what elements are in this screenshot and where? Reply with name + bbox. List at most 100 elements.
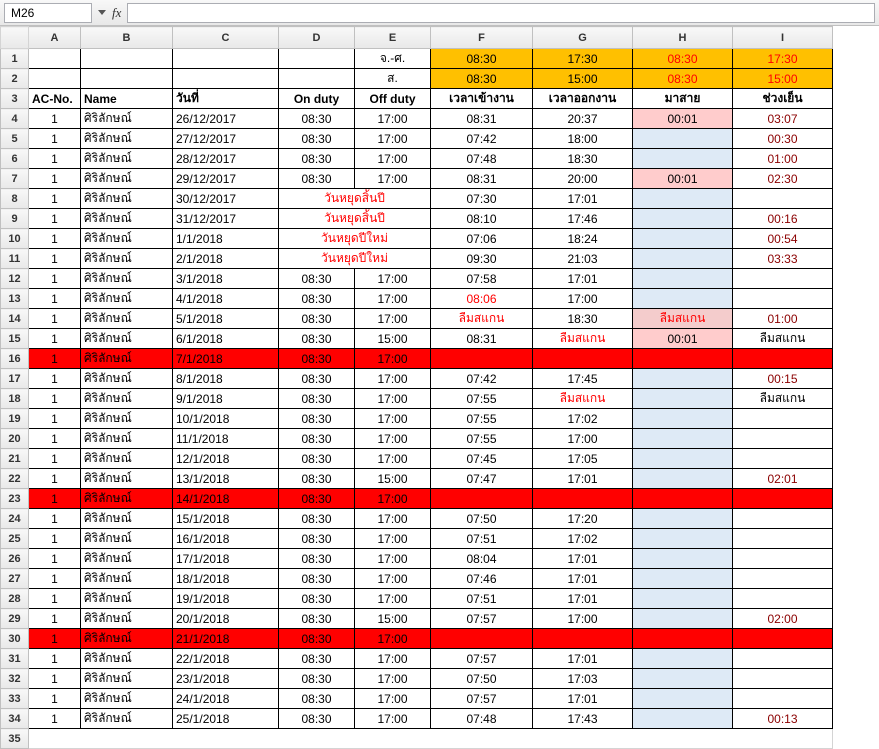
cell[interactable]: [733, 689, 833, 709]
cell[interactable]: ศิริลักษณ์: [81, 249, 173, 269]
cell[interactable]: 00:15: [733, 369, 833, 389]
cell[interactable]: 02:30: [733, 169, 833, 189]
row-header-33[interactable]: 33: [1, 689, 29, 709]
table-header-cell[interactable]: On duty: [279, 89, 355, 109]
cell[interactable]: [733, 269, 833, 289]
row-header-6[interactable]: 6: [1, 149, 29, 169]
row-header-25[interactable]: 25: [1, 529, 29, 549]
cell[interactable]: 1: [29, 589, 81, 609]
cell[interactable]: 17:00: [355, 369, 431, 389]
cell[interactable]: ศิริลักษณ์: [81, 509, 173, 529]
cell[interactable]: 17:00: [355, 549, 431, 569]
cell[interactable]: 07:57: [431, 649, 533, 669]
cell[interactable]: 08:30: [279, 409, 355, 429]
cell[interactable]: ศิริลักษณ์: [81, 409, 173, 429]
cell[interactable]: [633, 469, 733, 489]
col-header-A[interactable]: A: [29, 27, 81, 49]
cell[interactable]: [633, 369, 733, 389]
row-header-7[interactable]: 7: [1, 169, 29, 189]
cell[interactable]: 00:01: [633, 109, 733, 129]
cell[interactable]: ศิริลักษณ์: [81, 229, 173, 249]
cell[interactable]: 08:30: [279, 329, 355, 349]
cell[interactable]: 08:30: [279, 449, 355, 469]
cell[interactable]: 31/12/2017: [173, 209, 279, 229]
cell[interactable]: [29, 49, 81, 69]
cell[interactable]: [733, 629, 833, 649]
col-header-G[interactable]: G: [533, 27, 633, 49]
table-header-cell[interactable]: เวลาออกงาน: [533, 89, 633, 109]
row-header-30[interactable]: 30: [1, 629, 29, 649]
cell[interactable]: 02:00: [733, 609, 833, 629]
row-header-19[interactable]: 19: [1, 409, 29, 429]
row-header-32[interactable]: 32: [1, 669, 29, 689]
cell[interactable]: [279, 49, 355, 69]
cell[interactable]: ศิริลักษณ์: [81, 209, 173, 229]
cell[interactable]: ศิริลักษณ์: [81, 389, 173, 409]
cell[interactable]: 17:01: [533, 269, 633, 289]
cell[interactable]: 6/1/2018: [173, 329, 279, 349]
cell[interactable]: 07:57: [431, 689, 533, 709]
cell[interactable]: 08:30: [279, 529, 355, 549]
cell[interactable]: 1: [29, 509, 81, 529]
cell[interactable]: [533, 629, 633, 649]
cell[interactable]: 17:00: [355, 569, 431, 589]
cell[interactable]: 08:30: [279, 649, 355, 669]
name-box[interactable]: [4, 3, 92, 23]
cell[interactable]: 00:01: [633, 329, 733, 349]
col-header-I[interactable]: I: [733, 27, 833, 49]
col-header-C[interactable]: C: [173, 27, 279, 49]
cell[interactable]: [81, 69, 173, 89]
cell[interactable]: 20:00: [533, 169, 633, 189]
cell[interactable]: [431, 629, 533, 649]
cell[interactable]: 08:30: [431, 49, 533, 69]
cell[interactable]: 25/1/2018: [173, 709, 279, 729]
cell[interactable]: [633, 669, 733, 689]
row-header-17[interactable]: 17: [1, 369, 29, 389]
cell[interactable]: 8/1/2018: [173, 369, 279, 389]
cell[interactable]: 29/12/2017: [173, 169, 279, 189]
cell[interactable]: 1: [29, 349, 81, 369]
cell[interactable]: [81, 49, 173, 69]
cell[interactable]: ส.: [355, 69, 431, 89]
cell[interactable]: 08:30: [279, 149, 355, 169]
cell[interactable]: 17:00: [355, 389, 431, 409]
cell[interactable]: 1: [29, 109, 81, 129]
table-header-cell[interactable]: Name: [81, 89, 173, 109]
cell[interactable]: 08:31: [431, 169, 533, 189]
select-all-corner[interactable]: [1, 27, 29, 49]
cell[interactable]: [733, 189, 833, 209]
cell[interactable]: 08:31: [431, 329, 533, 349]
cell[interactable]: 23/1/2018: [173, 669, 279, 689]
cell[interactable]: 14/1/2018: [173, 489, 279, 509]
cell[interactable]: ศิริลักษณ์: [81, 589, 173, 609]
cell[interactable]: [633, 549, 733, 569]
cell[interactable]: 07:45: [431, 449, 533, 469]
cell[interactable]: 11/1/2018: [173, 429, 279, 449]
cell[interactable]: 08:31: [431, 109, 533, 129]
row-header-26[interactable]: 26: [1, 549, 29, 569]
cell[interactable]: 1: [29, 329, 81, 349]
cell[interactable]: [173, 49, 279, 69]
cell[interactable]: [733, 409, 833, 429]
cell[interactable]: 1: [29, 629, 81, 649]
cell[interactable]: 01:00: [733, 309, 833, 329]
cell[interactable]: ศิริลักษณ์: [81, 329, 173, 349]
cell[interactable]: 17:00: [355, 289, 431, 309]
cell[interactable]: 1: [29, 669, 81, 689]
cell[interactable]: 08:30: [279, 389, 355, 409]
row-header-9[interactable]: 9: [1, 209, 29, 229]
cell[interactable]: 27/12/2017: [173, 129, 279, 149]
cell[interactable]: 1: [29, 309, 81, 329]
cell[interactable]: 18:30: [533, 149, 633, 169]
cell[interactable]: 17:45: [533, 369, 633, 389]
cell[interactable]: 17:00: [355, 349, 431, 369]
cell[interactable]: 1: [29, 149, 81, 169]
cell[interactable]: ศิริลักษณ์: [81, 149, 173, 169]
cell[interactable]: ศิริลักษณ์: [81, 289, 173, 309]
cell[interactable]: [733, 549, 833, 569]
row-header-8[interactable]: 8: [1, 189, 29, 209]
cell[interactable]: ลืมสแกน: [633, 309, 733, 329]
cell[interactable]: ศิริลักษณ์: [81, 709, 173, 729]
cell[interactable]: 00:01: [633, 169, 733, 189]
cell[interactable]: [633, 649, 733, 669]
